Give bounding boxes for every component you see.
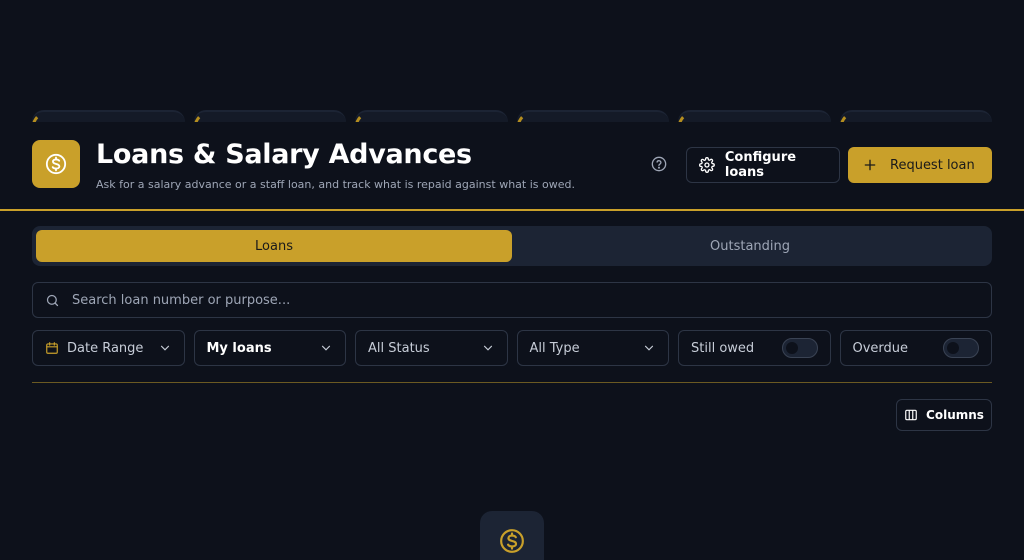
chevron-down-icon	[483, 345, 492, 351]
status-filter[interactable]: All Status	[355, 330, 508, 366]
summary-cards-strip	[32, 110, 992, 122]
chevron-down-icon	[160, 345, 169, 351]
status-filter-value: All Status	[368, 340, 430, 356]
chevron-down-icon	[321, 345, 331, 351]
summary-card	[32, 110, 185, 122]
columns-button[interactable]: Columns	[896, 399, 992, 431]
filter-divider	[32, 382, 992, 383]
help-button[interactable]	[650, 155, 668, 173]
still-owed-label: Still owed	[691, 340, 755, 356]
dollar-circle-icon	[45, 153, 67, 175]
owner-filter[interactable]: My loans	[193, 330, 346, 366]
configure-loans-button[interactable]: Configure loans	[686, 147, 840, 183]
summary-card	[355, 110, 508, 122]
configure-loans-label: Configure loans	[724, 150, 797, 180]
date-range-filter[interactable]: Date Range	[32, 330, 185, 366]
tab-loans[interactable]: Loans	[36, 230, 512, 262]
question-circle-icon	[651, 156, 667, 172]
overdue-label: Overdue	[852, 340, 909, 356]
summary-card	[516, 110, 669, 122]
view-tabs: Loans Outstanding	[32, 226, 992, 266]
still-owed-filter: Still owed	[678, 330, 831, 366]
overdue-filter: Overdue	[839, 330, 992, 366]
gear-icon	[699, 157, 715, 173]
owner-filter-value: My loans	[206, 340, 272, 356]
header-divider	[0, 209, 1024, 211]
request-loan-label: Request loan	[890, 157, 975, 173]
date-range-label: Date Range	[67, 340, 144, 356]
page-logo	[32, 140, 80, 188]
page: Loans & Salary Advances Ask for a salary…	[0, 0, 1024, 560]
search-icon	[46, 294, 59, 306]
plus-icon	[864, 159, 876, 171]
request-loan-button[interactable]: Request loan	[848, 147, 992, 183]
search-input[interactable]	[72, 292, 952, 308]
columns-label: Columns	[926, 408, 984, 422]
columns-icon	[905, 409, 917, 421]
filter-bar: Date Range My loans All Status All Type …	[32, 330, 992, 366]
search-bar	[32, 282, 992, 318]
empty-state-icon-box	[480, 511, 544, 560]
tab-outstanding[interactable]: Outstanding	[512, 230, 988, 262]
overdue-toggle[interactable]	[943, 338, 979, 358]
dollar-circle-icon	[500, 529, 524, 553]
summary-card	[839, 110, 992, 122]
calendar-icon	[46, 342, 58, 354]
still-owed-toggle[interactable]	[781, 338, 818, 358]
type-filter[interactable]: All Type	[516, 330, 669, 366]
chevron-down-icon	[644, 345, 654, 351]
page-header: Loans & Salary Advances Ask for a salary…	[32, 139, 992, 191]
summary-card	[678, 110, 831, 122]
page-title: Loans & Salary Advances	[96, 139, 472, 170]
page-subtitle: Ask for a salary advance or a staff loan…	[96, 178, 575, 191]
summary-card	[193, 110, 346, 122]
type-filter-value: All Type	[529, 340, 580, 356]
